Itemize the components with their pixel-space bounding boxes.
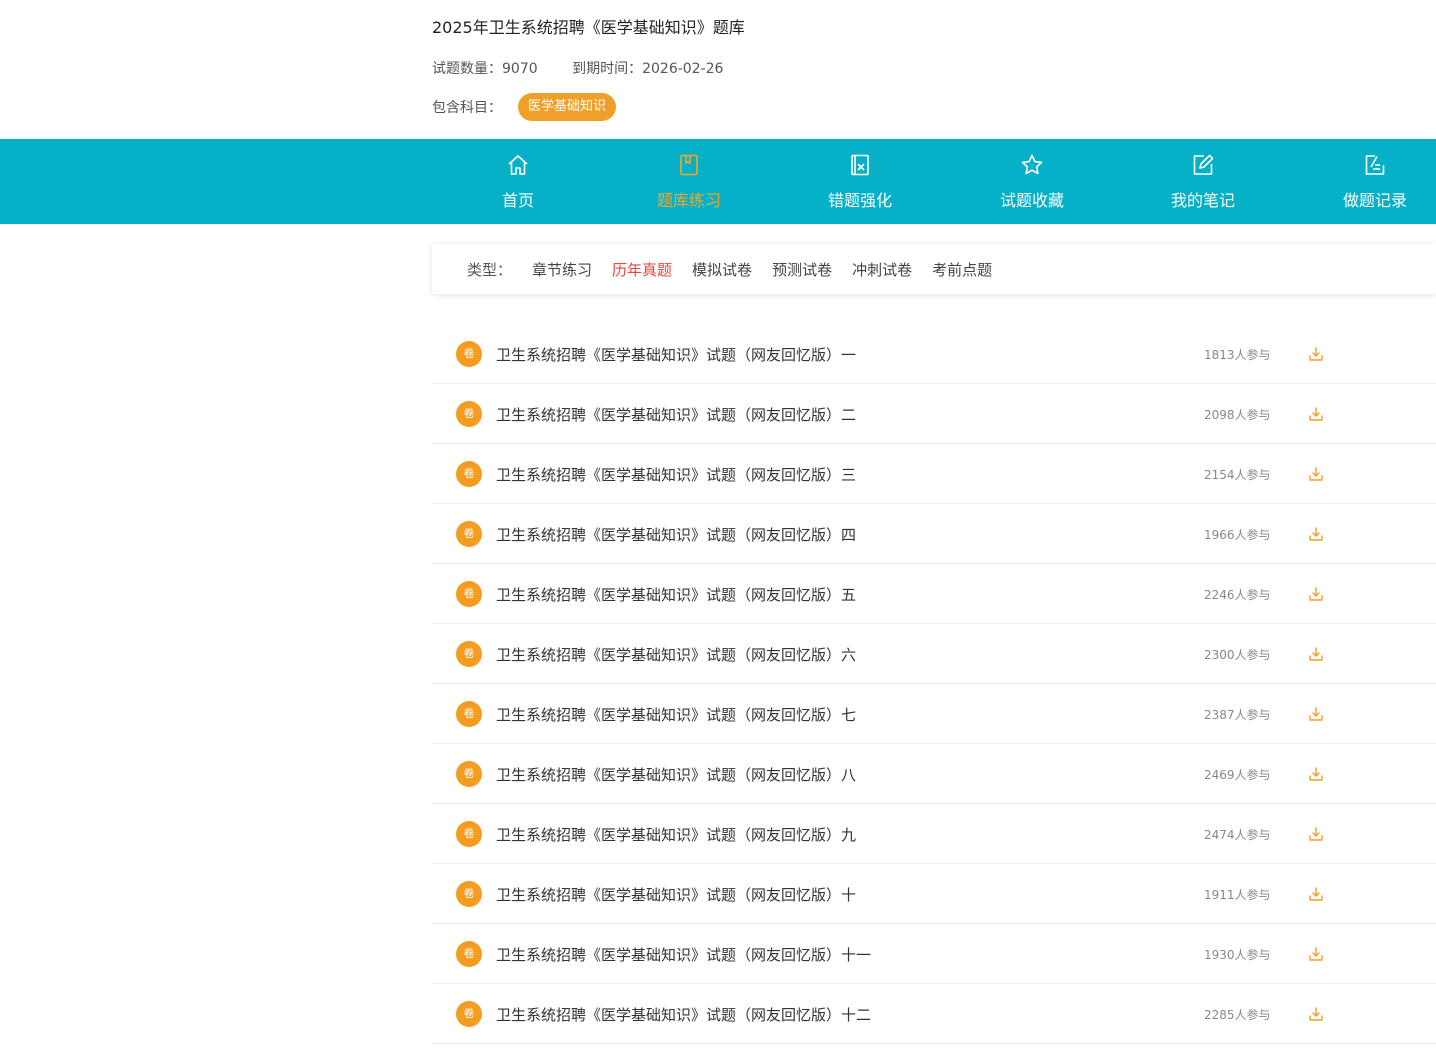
paper-badge: 卷 (456, 341, 482, 367)
download-icon[interactable] (1308, 406, 1324, 422)
paper-title[interactable]: 卫生系统招聘《医学基础知识》试题（网友回忆版）五 (496, 584, 856, 605)
paper-title[interactable]: 卫生系统招聘《医学基础知识》试题（网友回忆版）九 (496, 824, 856, 845)
exam-meta: 试题数量：9070 到期时间：2026-02-26 (432, 58, 753, 78)
nav-label: 我的笔记 (1170, 191, 1235, 210)
participant-count: 2098人参与 (1204, 408, 1271, 422)
participant-count: 2387人参与 (1204, 708, 1271, 722)
paper-badge: 卷 (456, 641, 482, 667)
paper-badge: 卷 (456, 461, 482, 487)
nav-label: 首页 (501, 191, 534, 210)
nav-label: 做题记录 (1342, 191, 1407, 210)
paper-title[interactable]: 卫生系统招聘《医学基础知识》试题（网友回忆版）七 (496, 704, 856, 725)
download-icon[interactable] (1308, 526, 1324, 542)
download-icon[interactable] (1308, 346, 1324, 362)
list-item: 卷 卫生系统招聘《医学基础知识》试题（网友回忆版）九 2474人参与 (432, 804, 1436, 864)
edit-note-icon (1193, 154, 1214, 175)
download-icon[interactable] (1308, 946, 1324, 962)
expiry-date: 到期时间：2026-02-26 (572, 61, 724, 77)
paper-title[interactable]: 卫生系统招聘《医学基础知识》试题（网友回忆版）四 (496, 524, 856, 545)
paper-badge: 卷 (456, 701, 482, 727)
filter-chapter-practice[interactable]: 章节练习 (532, 259, 592, 280)
list-item: 卷 卫生系统招聘《医学基础知识》试题（网友回忆版）十一 1930人参与 (432, 924, 1436, 984)
download-icon[interactable] (1308, 766, 1324, 782)
nav-item-favorites[interactable]: 试题收藏 (972, 139, 1092, 224)
paper-badge: 卷 (456, 581, 482, 607)
list-item: 卷 卫生系统招聘《医学基础知识》试题（网友回忆版）十 1911人参与 (432, 864, 1436, 924)
paper-badge: 卷 (456, 761, 482, 787)
paper-badge: 卷 (456, 821, 482, 847)
download-icon[interactable] (1308, 706, 1324, 722)
list-item: 卷 卫生系统招聘《医学基础知识》试题（网友回忆版）七 2387人参与 (432, 684, 1436, 744)
participant-count: 2154人参与 (1204, 468, 1271, 482)
paper-title[interactable]: 卫生系统招聘《医学基础知识》试题（网友回忆版）二 (496, 404, 856, 425)
paper-badge: 卷 (456, 521, 482, 547)
participant-count: 2469人参与 (1204, 768, 1271, 782)
filter-mock-exams[interactable]: 模拟试卷 (692, 259, 752, 280)
subject-chip[interactable]: 医学基础知识 (518, 93, 617, 121)
subjects-label: 包含科目： (432, 100, 502, 116)
filter-sprint-exams[interactable]: 冲刺试卷 (852, 259, 912, 280)
download-icon[interactable] (1308, 646, 1324, 662)
download-icon[interactable] (1308, 826, 1324, 842)
nav-item-notes[interactable]: 我的笔记 (1143, 139, 1263, 224)
paper-badge: 卷 (456, 881, 482, 907)
page: 2025年卫生系统招聘《医学基础知识》题库 试题数量：9070 到期时间：202… (0, 0, 1436, 1048)
exam-bank-header: 2025年卫生系统招聘《医学基础知识》题库 试题数量：9070 到期时间：202… (432, 0, 1436, 139)
paper-title[interactable]: 卫生系统招聘《医学基础知识》试题（网友回忆版）八 (496, 764, 856, 785)
participant-count: 1930人参与 (1204, 948, 1271, 962)
paper-title[interactable]: 卫生系统招聘《医学基础知识》试题（网友回忆版）三 (496, 464, 856, 485)
nav-item-question-bank[interactable]: 题库练习 (629, 139, 749, 224)
nav-label: 试题收藏 (999, 191, 1064, 210)
list-item: 卷 卫生系统招聘《医学基础知识》试题（网友回忆版）六 2300人参与 (432, 624, 1436, 684)
paper-badge: 卷 (456, 1001, 482, 1027)
paper-title[interactable]: 卫生系统招聘《医学基础知识》试题（网友回忆版）一 (496, 344, 856, 365)
star-icon (1021, 154, 1043, 175)
filter-predicted-exams[interactable]: 预测试卷 (772, 259, 832, 280)
paper-title[interactable]: 卫生系统招聘《医学基础知识》试题（网友回忆版）十一 (496, 944, 871, 965)
download-icon[interactable] (1308, 586, 1324, 602)
list-item: 卷 卫生系统招聘《医学基础知识》试题（网友回忆版）十二 2285人参与 (432, 984, 1436, 1044)
nav-label: 题库练习 (656, 191, 721, 210)
list-item: 卷 卫生系统招聘《医学基础知识》试题（网友回忆版）四 1966人参与 (432, 504, 1436, 564)
nav-item-wrong-questions[interactable]: 错题强化 (800, 139, 920, 224)
paper-badge: 卷 (456, 401, 482, 427)
participant-count: 1813人参与 (1204, 348, 1271, 362)
subjects-row: 包含科目： 医学基础知识 (432, 93, 617, 121)
wrong-question-icon (851, 154, 869, 176)
paper-title[interactable]: 卫生系统招聘《医学基础知识》试题（网友回忆版）十二 (496, 1004, 871, 1025)
type-filter-bar: 类型： 章节练习 历年真题 模拟试卷 预测试卷 冲刺试卷 考前点题 (432, 244, 1436, 294)
participant-count: 2300人参与 (1204, 648, 1271, 662)
nav-item-home[interactable]: 首页 (458, 139, 578, 224)
list-item: 卷 卫生系统招聘《医学基础知识》试题（网友回忆版）一 1813人参与 (432, 324, 1436, 384)
participant-count: 1911人参与 (1204, 888, 1271, 902)
record-icon (1365, 155, 1385, 175)
paper-title[interactable]: 卫生系统招聘《医学基础知识》试题（网友回忆版）六 (496, 644, 856, 665)
list-item: 卷 卫生系统招聘《医学基础知识》试题（网友回忆版）八 2469人参与 (432, 744, 1436, 804)
home-icon (508, 155, 528, 175)
list-item: 卷 卫生系统招聘《医学基础知识》试题（网友回忆版）二 2098人参与 (432, 384, 1436, 444)
list-item: 卷 卫生系统招聘《医学基础知识》试题（网友回忆版）五 2246人参与 (432, 564, 1436, 624)
participant-count: 2474人参与 (1204, 828, 1271, 842)
paper-title[interactable]: 卫生系统招聘《医学基础知识》试题（网友回忆版）十 (496, 884, 856, 905)
book-icon (680, 154, 698, 176)
paper-badge: 卷 (456, 941, 482, 967)
filter-label: 类型： (467, 260, 513, 279)
nav-label: 错题强化 (827, 191, 892, 210)
filter-pre-exam-tips[interactable]: 考前点题 (932, 259, 992, 280)
main-nav: 首页 题库练习 错题强化 试题收藏 我的笔记 做题记录 (0, 139, 1436, 224)
participant-count: 2246人参与 (1204, 588, 1271, 602)
nav-item-records[interactable]: 做题记录 (1315, 139, 1435, 224)
filter-past-exams[interactable]: 历年真题 (612, 259, 672, 280)
download-icon[interactable] (1308, 886, 1324, 902)
download-icon[interactable] (1308, 466, 1324, 482)
download-icon[interactable] (1308, 1006, 1324, 1022)
participant-count: 2285人参与 (1204, 1008, 1271, 1022)
list-item: 卷 卫生系统招聘《医学基础知识》试题（网友回忆版）三 2154人参与 (432, 444, 1436, 504)
question-count: 试题数量：9070 (432, 61, 538, 77)
paper-list: 卷 卫生系统招聘《医学基础知识》试题（网友回忆版）一 1813人参与 卷 卫生系… (432, 324, 1436, 1044)
page-title: 2025年卫生系统招聘《医学基础知识》题库 (432, 18, 745, 37)
participant-count: 1966人参与 (1204, 528, 1271, 542)
